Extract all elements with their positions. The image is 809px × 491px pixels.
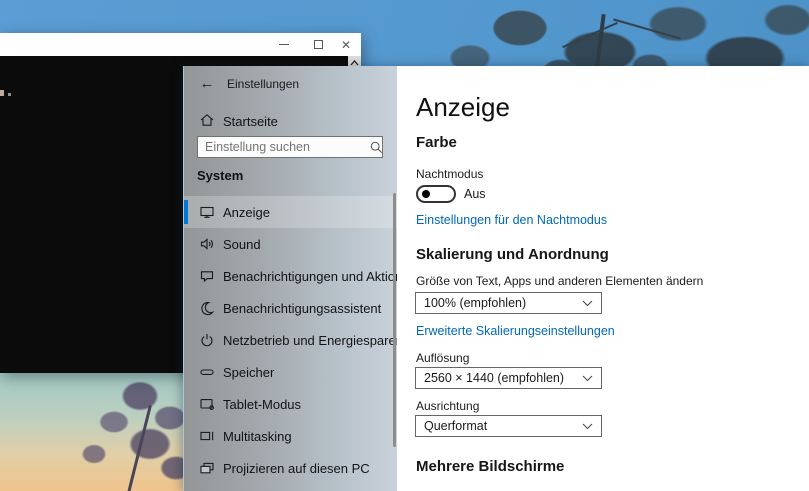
terminal-cursor-fragment — [8, 93, 11, 96]
settings-sidebar: ← Einstellungen Startseite System Anzeig… — [184, 66, 397, 491]
orientation-dropdown-value: Querformat — [416, 419, 582, 433]
minimize-icon — [279, 44, 289, 45]
sound-icon — [199, 236, 215, 252]
project-icon — [199, 460, 215, 476]
sidebar-item-benachrichtigungsassistent[interactable]: Benachrichtigungsassistent — [184, 292, 397, 324]
night-mode-state: Aus — [464, 187, 486, 201]
night-mode-toggle[interactable] — [416, 185, 456, 203]
settings-main-panel: Anzeige Farbe Nachtmodus Aus Einstellung… — [397, 66, 809, 491]
settings-window: ← Einstellungen Startseite System Anzeig… — [183, 66, 809, 491]
page-title: Anzeige — [416, 92, 510, 123]
sidebar-item-label: Speicher — [223, 365, 274, 380]
sidebar-item-sound[interactable]: Sound — [184, 228, 397, 260]
sidebar-item-label: Benachrichtigungen und Aktionen — [223, 269, 417, 284]
sidebar-item-multitasking[interactable]: Multitasking — [184, 420, 397, 452]
notifications-icon — [199, 268, 215, 284]
scale-label: Größe von Text, Apps und anderen Element… — [416, 274, 703, 288]
sidebar-item-label: Tablet-Modus — [223, 397, 301, 412]
window-title: Einstellungen — [227, 77, 299, 91]
back-button[interactable]: ← — [194, 72, 220, 94]
sidebar-item-speicher[interactable]: Speicher — [184, 356, 397, 388]
tablet-icon — [199, 396, 215, 412]
scale-dropdown[interactable]: 100% (empfohlen) — [415, 292, 602, 314]
sidebar-item-tablet-modus[interactable]: Tablet-Modus — [184, 388, 397, 420]
resolution-dropdown[interactable]: 2560 × 1440 (empfohlen) — [415, 367, 602, 389]
chevron-down-icon — [582, 375, 593, 382]
search-input[interactable] — [198, 140, 370, 154]
resolution-label: Auflösung — [416, 351, 469, 365]
sidebar-item-label: Sound — [223, 237, 261, 252]
section-heading-mehrere-bildschirme: Mehrere Bildschirme — [416, 458, 564, 475]
chevron-down-icon — [582, 423, 593, 430]
desktop-tree-bottom-left — [30, 372, 184, 491]
sidebar-item-benachrichtigungen[interactable]: Benachrichtigungen und Aktionen — [184, 260, 397, 292]
sidebar-item-anzeige[interactable]: Anzeige — [184, 196, 397, 228]
sidebar-item-projizieren[interactable]: Projizieren auf diesen PC — [184, 452, 397, 484]
sidebar-section-heading: System — [197, 168, 243, 183]
sidebar-item-label: Projizieren auf diesen PC — [223, 461, 370, 476]
storage-icon — [199, 364, 215, 380]
night-mode-label: Nachtmodus — [416, 167, 483, 181]
orientation-dropdown[interactable]: Querformat — [415, 415, 602, 437]
sidebar-item-label: Anzeige — [223, 205, 270, 220]
close-button[interactable]: ✕ — [334, 33, 358, 56]
sidebar-item-startseite[interactable]: Startseite — [184, 106, 397, 136]
resolution-dropdown-value: 2560 × 1440 (empfohlen) — [416, 371, 582, 385]
search-icon — [370, 141, 383, 154]
section-heading-skalierung: Skalierung und Anordnung — [416, 246, 609, 263]
night-mode-settings-link[interactable]: Einstellungen für den Nachtmodus — [416, 213, 607, 227]
sidebar-item-label: Benachrichtigungsassistent — [223, 301, 381, 316]
settings-search-box[interactable] — [197, 136, 383, 158]
sidebar-item-label: Netzbetrieb und Energiesparen — [223, 333, 403, 348]
close-icon: ✕ — [341, 39, 351, 51]
display-icon — [199, 204, 215, 220]
power-icon — [199, 332, 215, 348]
home-icon — [199, 112, 215, 128]
selected-accent-bar — [184, 200, 188, 224]
toggle-knob — [422, 190, 430, 198]
maximize-button[interactable] — [306, 33, 330, 56]
focus-assist-moon-icon — [199, 300, 215, 316]
terminal-text-fragment — [0, 90, 4, 96]
multitasking-icon — [199, 428, 215, 444]
maximize-icon — [314, 40, 323, 49]
advanced-scaling-link[interactable]: Erweiterte Skalierungseinstellungen — [416, 324, 615, 338]
scale-dropdown-value: 100% (empfohlen) — [416, 296, 582, 310]
sidebar-scrollbar-thumb[interactable] — [393, 193, 396, 447]
orientation-label: Ausrichtung — [416, 399, 479, 413]
sidebar-item-label: Startseite — [223, 114, 278, 129]
sidebar-item-label: Multitasking — [223, 429, 292, 444]
sidebar-item-netzbetrieb[interactable]: Netzbetrieb und Energiesparen — [184, 324, 397, 356]
section-heading-farbe: Farbe — [416, 134, 457, 151]
minimize-button[interactable] — [272, 33, 296, 56]
chevron-down-icon — [582, 300, 593, 307]
terminal-titlebar[interactable]: ✕ — [0, 33, 361, 56]
